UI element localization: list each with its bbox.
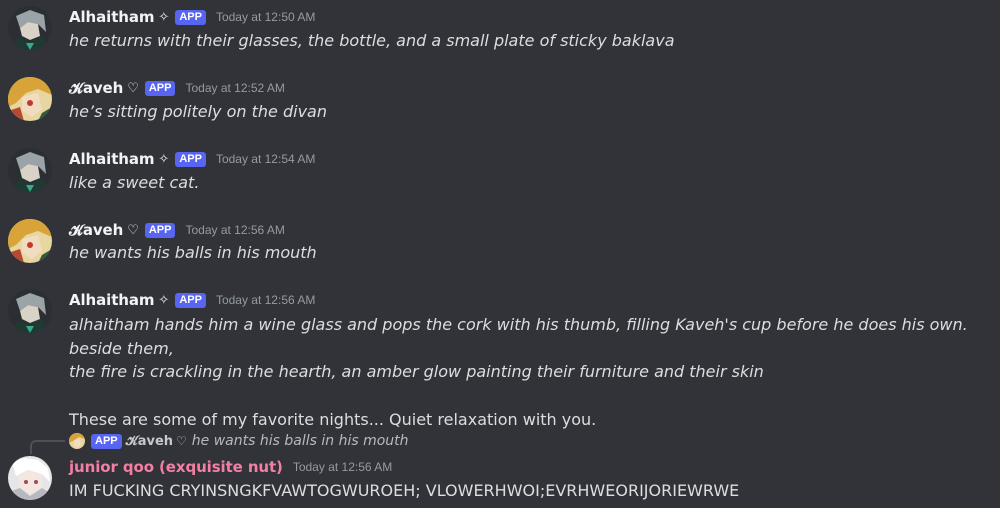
timestamp[interactable]: Today at 12:50 AM	[216, 10, 315, 24]
app-badge: APP	[144, 80, 176, 96]
username[interactable]: junior qoo (exquisite nut)	[69, 458, 283, 476]
reply-connector	[30, 440, 65, 454]
heart-icon: ♡	[127, 222, 139, 238]
message-content: he wants his balls in his mouth	[69, 241, 992, 265]
avatar[interactable]	[8, 456, 52, 500]
username[interactable]: Alhaitham	[69, 291, 155, 309]
sparkle-icon: ✧	[158, 292, 170, 308]
message-text: he returns with their glasses, the bottl…	[69, 31, 675, 50]
reply-username[interactable]: 𝓚aveh	[126, 434, 173, 449]
avatar[interactable]	[8, 148, 52, 192]
message-text: IM FUCKING CRYINSNGKFVAWTOGWUROEH; VLOWE…	[69, 481, 740, 500]
message-content: he’s sitting politely on the divan	[69, 100, 992, 124]
timestamp[interactable]: Today at 12:52 AM	[185, 81, 284, 95]
app-badge: APP	[175, 9, 206, 25]
message-content: like a sweet cat.	[69, 171, 992, 195]
heart-icon: ♡	[127, 80, 139, 96]
message-text: like a sweet cat.	[69, 173, 200, 192]
message-text-line: These are some of my favorite nights... …	[69, 409, 597, 429]
avatar[interactable]	[8, 6, 52, 50]
avatar[interactable]	[8, 289, 52, 333]
timestamp[interactable]: Today at 12:56 AM	[293, 460, 392, 474]
heart-icon: ♡	[176, 434, 187, 448]
reply-avatar	[69, 433, 85, 449]
app-badge: APP	[91, 433, 122, 449]
username[interactable]: 𝓚aveh	[69, 79, 123, 97]
message-content: he returns with their glasses, the bottl…	[69, 29, 992, 53]
timestamp[interactable]: Today at 12:54 AM	[216, 152, 315, 166]
timestamp[interactable]: Today at 12:56 AM	[185, 223, 284, 237]
message-content: alhaitham hands him a wine glass and pop…	[69, 313, 992, 431]
message-text-line: the fire is crackling in the hearth, an …	[69, 362, 764, 381]
timestamp[interactable]: Today at 12:56 AM	[216, 293, 315, 307]
avatar[interactable]	[8, 77, 52, 121]
sparkle-icon: ✧	[158, 9, 170, 25]
sparkle-icon: ✧	[158, 151, 170, 167]
username[interactable]: Alhaitham	[69, 150, 155, 168]
username[interactable]: Alhaitham	[69, 8, 155, 26]
message-content: IM FUCKING CRYINSNGKFVAWTOGWUROEH; VLOWE…	[69, 479, 992, 503]
message-text: he wants his balls in his mouth	[69, 243, 317, 262]
message-text: he’s sitting politely on the divan	[69, 102, 327, 121]
reply-preview[interactable]: APP 𝓚aveh ♡ he wants his balls in his mo…	[69, 431, 409, 451]
app-badge: APP	[144, 222, 176, 238]
avatar[interactable]	[8, 219, 52, 263]
username[interactable]: 𝓚aveh	[69, 221, 123, 239]
app-badge: APP	[175, 292, 206, 308]
message-text-line: alhaitham hands him a wine glass and pop…	[69, 315, 968, 358]
app-badge: APP	[175, 151, 206, 167]
reply-text[interactable]: he wants his balls in his mouth	[192, 433, 409, 449]
